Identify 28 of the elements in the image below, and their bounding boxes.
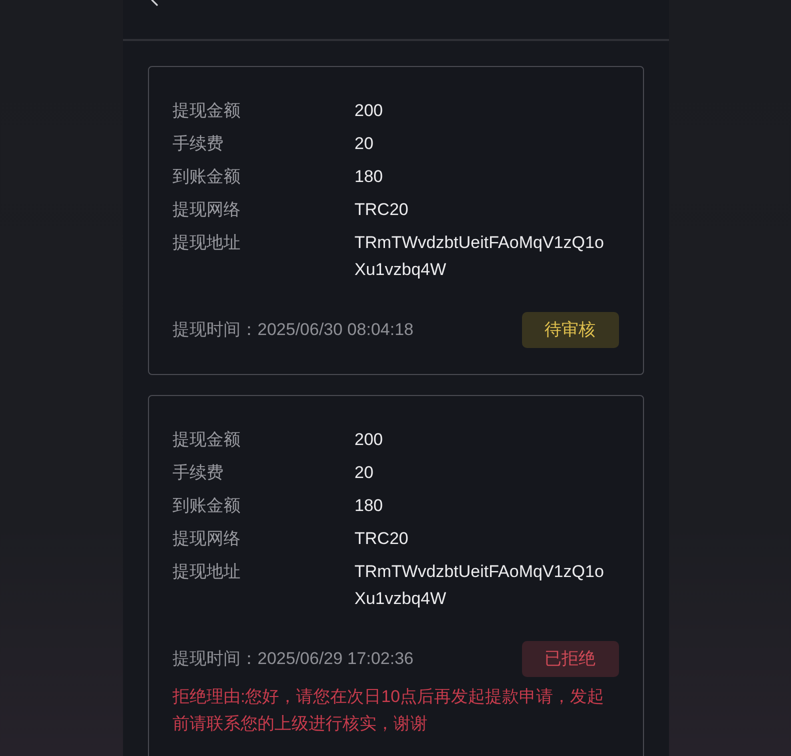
time-value: 2025/06/30 08:04:18 — [258, 319, 414, 342]
field-value: TRmTWvdzbtUeitFAoMqV1zQ1oXu1vzbq4W — [354, 561, 605, 610]
field-label: 提现网络 — [172, 199, 242, 221]
field-value: 180 — [354, 166, 384, 188]
field-value: TRC20 — [354, 528, 410, 550]
status-badge: 待审核 — [522, 312, 618, 348]
back-icon[interactable] — [150, 0, 158, 6]
field-value: 20 — [354, 462, 374, 484]
field-label: 提现地址 — [172, 232, 242, 254]
field-value: 200 — [354, 429, 384, 451]
time-label: 提现时间： — [172, 648, 258, 670]
field-value: 180 — [354, 495, 384, 517]
field-value: TRmTWvdzbtUeitFAoMqV1zQ1oXu1vzbq4W — [354, 232, 605, 281]
field-label: 提现地址 — [172, 561, 242, 583]
field-value: 200 — [354, 100, 384, 122]
field-label: 提现金额 — [172, 100, 242, 122]
field-label: 到账金额 — [172, 166, 242, 188]
field-label: 提现网络 — [172, 528, 242, 550]
time-value: 2025/06/29 17:02:36 — [258, 648, 414, 670]
field-label: 手续费 — [172, 462, 224, 484]
time-label: 提现时间： — [172, 319, 258, 342]
field-label: 到账金额 — [172, 495, 242, 517]
field-value: TRC20 — [354, 199, 410, 221]
rejection-reason: 拒绝理由:您好，请您在次日10点后再发起提款申请，发起前请联系您的上级进行核实，谢谢 — [172, 686, 606, 735]
field-label: 手续费 — [172, 133, 224, 155]
field-value: 20 — [354, 133, 374, 155]
field-label: 提现金额 — [172, 429, 242, 451]
status-badge: 已拒绝 — [522, 641, 618, 677]
